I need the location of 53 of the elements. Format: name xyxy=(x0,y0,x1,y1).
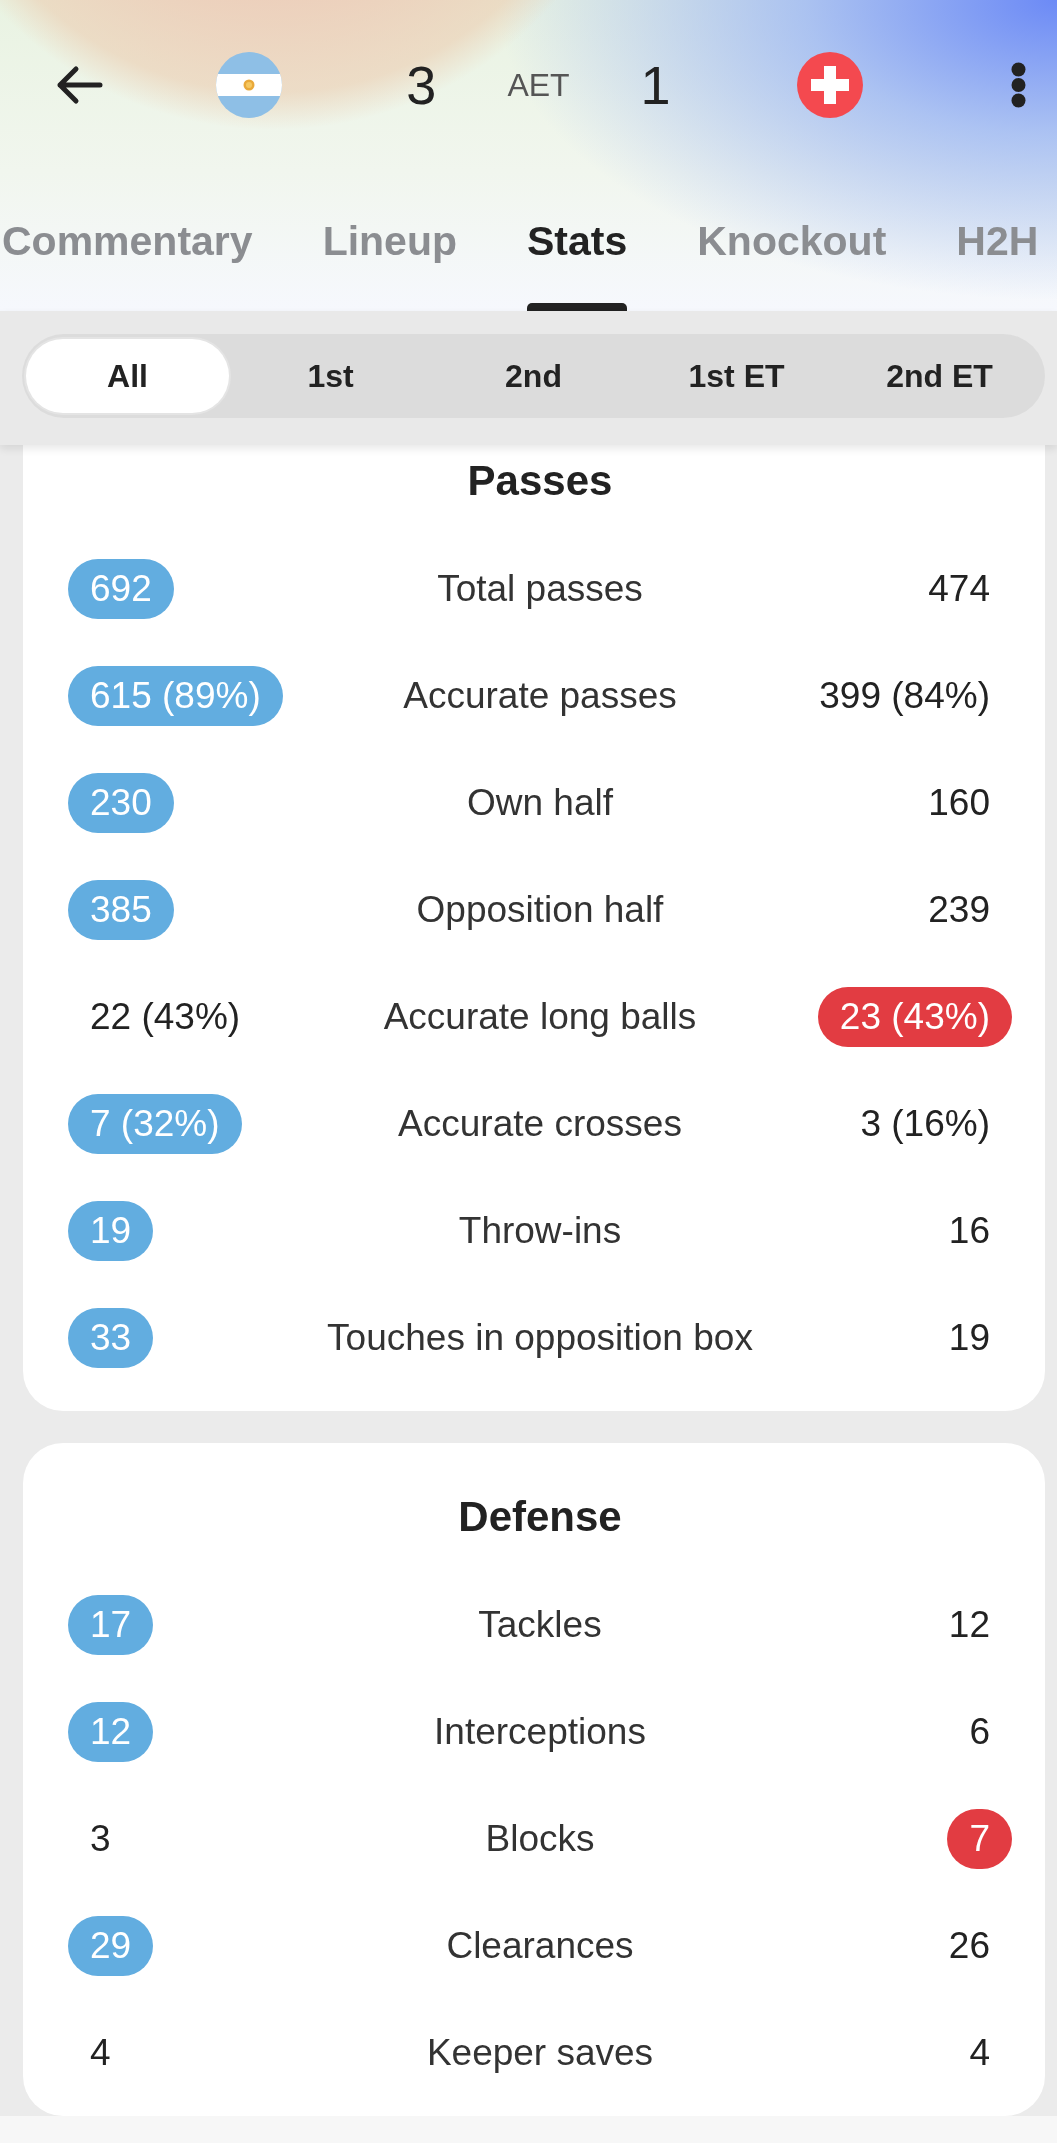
stat-value: 29 xyxy=(68,1915,154,1976)
stat-value: 3 xyxy=(89,1816,112,1861)
stat-value: 7 xyxy=(947,1808,1012,1869)
stat-value: 615 (89%) xyxy=(68,665,283,726)
period-tab[interactable]: 2nd xyxy=(432,339,635,413)
stat-label: Own half xyxy=(467,780,613,825)
stat-label: Opposition half xyxy=(416,887,664,932)
period-tab[interactable]: 1st xyxy=(229,339,432,413)
stat-value: 160 xyxy=(927,780,991,825)
stat-value: 12 xyxy=(947,1602,991,1647)
back-arrow-icon[interactable] xyxy=(55,65,103,105)
stat-value: 399 (84%) xyxy=(818,673,991,718)
stat-value: 230 xyxy=(68,772,174,833)
stat-value: 7 (32%) xyxy=(68,1093,242,1154)
section-title: Passes xyxy=(466,456,614,506)
stat-value: 26 xyxy=(947,1923,991,1968)
stat-label: Touches in opposition box xyxy=(327,1315,753,1360)
section-title: Defense xyxy=(457,1492,623,1542)
stat-label: Throw-ins xyxy=(458,1208,622,1253)
stat-label: Accurate passes xyxy=(403,673,677,718)
match-status: AET xyxy=(507,66,570,105)
stat-value: 692 xyxy=(68,558,174,619)
stat-value: 6 xyxy=(968,1709,991,1754)
stat-label: Blocks xyxy=(485,1816,595,1861)
stat-value: 474 xyxy=(927,566,991,611)
stat-value: 33 xyxy=(68,1307,154,1368)
period-tab[interactable]: All xyxy=(26,339,229,413)
period-tab[interactable]: 1st ET xyxy=(635,339,838,413)
stat-value: 4 xyxy=(968,2030,991,2075)
stat-label: Interceptions xyxy=(434,1709,646,1754)
home-score: 3 xyxy=(406,55,437,115)
stat-value: 4 xyxy=(89,2030,112,2075)
stat-label: Keeper saves xyxy=(426,2030,654,2075)
stat-label: Total passes xyxy=(437,566,643,611)
stat-value: 17 xyxy=(68,1594,154,1655)
stat-label: Tackles xyxy=(478,1602,602,1647)
stat-label: Clearances xyxy=(446,1923,634,1968)
stat-value: 385 xyxy=(68,879,174,940)
stat-value: 19 xyxy=(947,1315,991,1360)
stat-label: Accurate long balls xyxy=(383,994,697,1039)
stat-value: 12 xyxy=(68,1701,154,1762)
cross-flag-icon xyxy=(796,52,863,118)
away-score: 1 xyxy=(640,55,671,115)
stat-value: 16 xyxy=(947,1208,991,1253)
stat-value: 19 xyxy=(68,1200,154,1261)
stat-value: 23 (43%) xyxy=(817,986,1012,1047)
tab[interactable]: Stats xyxy=(527,216,628,311)
period-tab[interactable]: 2nd ET xyxy=(838,339,1041,413)
stat-value: 3 (16%) xyxy=(859,1101,991,1146)
stat-value: 239 xyxy=(927,887,991,932)
stat-label: Accurate crosses xyxy=(398,1101,682,1146)
stat-value: 22 (43%) xyxy=(89,994,242,1039)
more-options-icon[interactable] xyxy=(1011,62,1026,108)
